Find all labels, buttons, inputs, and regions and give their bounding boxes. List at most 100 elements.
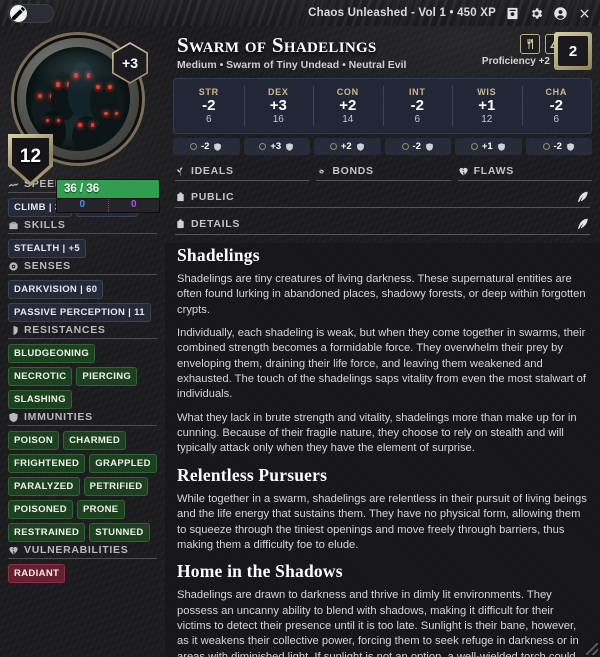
- description-heading: Relentless Pursuers: [177, 464, 328, 485]
- save-proficiency-toggle[interactable]: [329, 143, 337, 151]
- titlebar: Chaos Unleashed - Vol 1 • 450 XP: [0, 0, 600, 26]
- ability-name: WIS: [477, 86, 497, 97]
- trait-ideals[interactable]: IDEALS: [175, 165, 310, 182]
- challenge-rating-value: 2: [558, 36, 588, 66]
- quill-icon[interactable]: [576, 190, 590, 204]
- chip[interactable]: GRAPPLED: [89, 454, 157, 473]
- quill-icon[interactable]: [576, 217, 590, 231]
- user-circle-icon[interactable]: [553, 6, 568, 21]
- ability-name: STR: [198, 86, 219, 97]
- chip[interactable]: PRONE: [76, 500, 125, 519]
- chip-list: RADIANT: [8, 564, 157, 583]
- broken-heart-icon: [8, 545, 19, 556]
- section-divider: [8, 338, 157, 339]
- save-int[interactable]: -2: [384, 138, 451, 156]
- save-str[interactable]: -2: [173, 138, 240, 156]
- hit-points-block[interactable]: 36 / 36 0 0: [56, 179, 160, 213]
- description-panel[interactable]: Shadelings Shadelings are tiny creatures …: [165, 243, 600, 657]
- chip[interactable]: CHARMED: [63, 431, 127, 450]
- save-cha[interactable]: -2: [525, 138, 592, 156]
- close-icon[interactable]: [577, 6, 592, 21]
- notes-label-row: DETAILS: [175, 217, 590, 231]
- sidebar-section-header-skills: SKILLS: [8, 219, 157, 233]
- description-paragraph: What they lack in brute strength and vit…: [177, 411, 577, 455]
- broken-heart-flaws-icon: [458, 166, 469, 177]
- save-proficiency-toggle[interactable]: [190, 143, 198, 151]
- ability-modifier: +2: [339, 96, 357, 114]
- armor-class-badge[interactable]: 12: [8, 134, 53, 186]
- ability-name: INT: [408, 86, 426, 97]
- resize-handle[interactable]: [586, 643, 598, 655]
- chip[interactable]: RESTRAINED: [8, 523, 86, 542]
- ability-cha[interactable]: CHA -2 6: [521, 79, 592, 133]
- chip[interactable]: RADIANT: [8, 564, 66, 583]
- chip[interactable]: BLUDGEONING: [8, 344, 96, 363]
- ability-dex[interactable]: DEX +3 16: [243, 79, 314, 133]
- chip[interactable]: PARALYZED: [8, 477, 80, 496]
- shield-icon: [8, 412, 19, 423]
- ability-score: 16: [272, 114, 284, 126]
- ability-str[interactable]: STR -2 6: [174, 79, 244, 133]
- small-shield-icon: [213, 142, 222, 152]
- save-proficiency-toggle[interactable]: [470, 143, 478, 151]
- save-modifier: +3: [270, 141, 282, 153]
- chip[interactable]: DARKVISION | 60: [8, 280, 104, 299]
- hp-bar[interactable]: 36 / 36: [56, 179, 160, 199]
- sidebar-section-label: RESISTANCES: [24, 324, 106, 336]
- section-divider: [8, 274, 157, 275]
- trait-label-row: FLAWS: [458, 165, 592, 177]
- save-proficiency-toggle[interactable]: [542, 143, 550, 151]
- sidebar-section-vulnerabilities: VULNERABILITIES RADIANT: [0, 544, 165, 583]
- chip[interactable]: FRIGHTENED: [8, 454, 86, 473]
- chip[interactable]: PASSIVE PERCEPTION | 11: [8, 303, 151, 322]
- trait-label: IDEALS: [191, 165, 234, 178]
- chip[interactable]: POISON: [8, 431, 60, 450]
- chip[interactable]: POISONED: [8, 500, 73, 519]
- edit-mode-toggle[interactable]: [8, 3, 54, 23]
- trait-flaws[interactable]: FLAWS: [457, 165, 592, 182]
- chip[interactable]: SLASHING: [8, 390, 72, 409]
- ability-int[interactable]: INT -2 6: [382, 79, 453, 133]
- chip[interactable]: STUNNED: [89, 523, 150, 542]
- save-proficiency-toggle[interactable]: [401, 143, 409, 151]
- small-shield-icon: [566, 142, 575, 152]
- notes-label: PUBLIC: [191, 191, 235, 204]
- sidebar-section-immunities: IMMUNITIES POISON CHARMED FRIGHTENED GRAPPLE…: [0, 411, 165, 542]
- creature-meta: Medium • Swarm of Tiny Undead • Neutral …: [177, 59, 407, 72]
- trait-bonds[interactable]: BONDS: [316, 165, 451, 182]
- damage-field[interactable]: 0: [107, 199, 160, 212]
- sidebar-section-label: SKILLS: [24, 219, 66, 231]
- notes-label-row: PUBLIC: [175, 190, 590, 204]
- challenge-rating-badge[interactable]: 2: [554, 32, 592, 70]
- save-proficiency-toggle[interactable]: [259, 143, 267, 151]
- chip[interactable]: NECROTIC: [8, 367, 73, 386]
- chip[interactable]: STEALTH | +5: [8, 239, 87, 258]
- ability-con[interactable]: CON +2 14: [313, 79, 383, 133]
- chip[interactable]: PETRIFIED: [83, 477, 149, 496]
- temp-hp-field[interactable]: 0: [57, 199, 108, 212]
- small-shield-icon: [285, 142, 294, 152]
- notes-public[interactable]: PUBLIC: [175, 190, 590, 209]
- notes-details[interactable]: DETAILS: [175, 217, 590, 236]
- hp-value: 36 / 36: [64, 183, 100, 195]
- book-icon[interactable]: [505, 6, 520, 21]
- ability-modifier: +1: [478, 96, 496, 114]
- left-column: +3 12 36 / 36 0 0 SPEED CLIMB | 30 SKILL…: [0, 26, 165, 657]
- gear-icon[interactable]: [529, 6, 544, 21]
- save-dex[interactable]: +3: [243, 138, 310, 156]
- chip[interactable]: PIERCING: [76, 367, 138, 386]
- chip-list: STEALTH | +5: [8, 239, 157, 258]
- ability-wis[interactable]: WIS +1 12: [452, 79, 522, 133]
- ability-name: CON: [336, 86, 359, 97]
- ability-score: 6: [414, 114, 421, 126]
- save-modifier: -2: [412, 141, 421, 153]
- rations-icon[interactable]: [520, 34, 540, 54]
- save-wis[interactable]: +1: [455, 138, 522, 156]
- section-divider: [8, 233, 157, 234]
- titlebar-actions: Chaos Unleashed - Vol 1 • 450 XP: [308, 6, 592, 21]
- trait-label-row: BONDS: [316, 165, 450, 177]
- section-divider: [8, 425, 157, 426]
- save-con[interactable]: +2: [314, 138, 381, 156]
- ability-score: 6: [205, 114, 212, 126]
- trait-label: FLAWS: [473, 165, 514, 178]
